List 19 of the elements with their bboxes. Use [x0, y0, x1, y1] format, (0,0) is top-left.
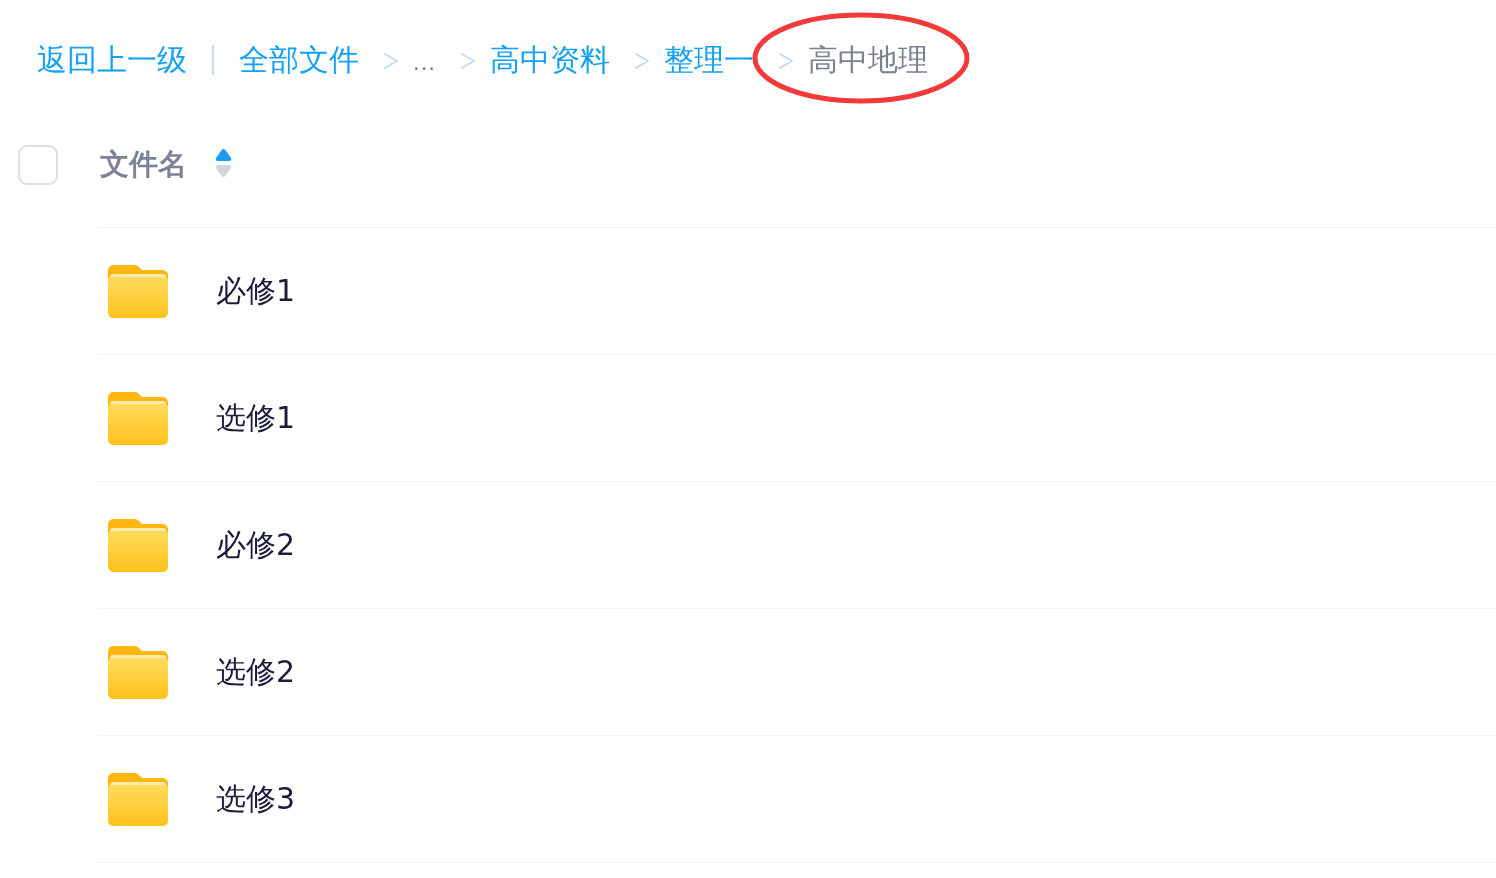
folder-icon — [108, 645, 168, 699]
folder-icon — [108, 391, 168, 445]
folder-icon — [108, 518, 168, 572]
chevron-right-icon — [383, 52, 399, 70]
folder-icon — [108, 264, 168, 318]
chevron-right-icon — [634, 52, 651, 70]
select-all-checkbox[interactable] — [18, 145, 58, 185]
breadcrumb-current: 高中地理 — [808, 41, 929, 79]
column-header: 文件名 — [100, 146, 187, 183]
chevron-right-icon — [460, 52, 477, 70]
file-name[interactable]: 选修2 — [216, 651, 296, 693]
file-name[interactable]: 必修1 — [216, 270, 296, 312]
folder-icon — [108, 772, 168, 826]
chevron-right-icon — [778, 52, 795, 70]
breadcrumb-ellipsis[interactable]: ... — [413, 37, 437, 83]
file-name[interactable]: 选修3 — [216, 778, 296, 820]
sort-icon[interactable] — [215, 148, 232, 178]
file-name[interactable]: 必修2 — [216, 524, 296, 566]
file-name[interactable]: 选修1 — [216, 397, 296, 439]
